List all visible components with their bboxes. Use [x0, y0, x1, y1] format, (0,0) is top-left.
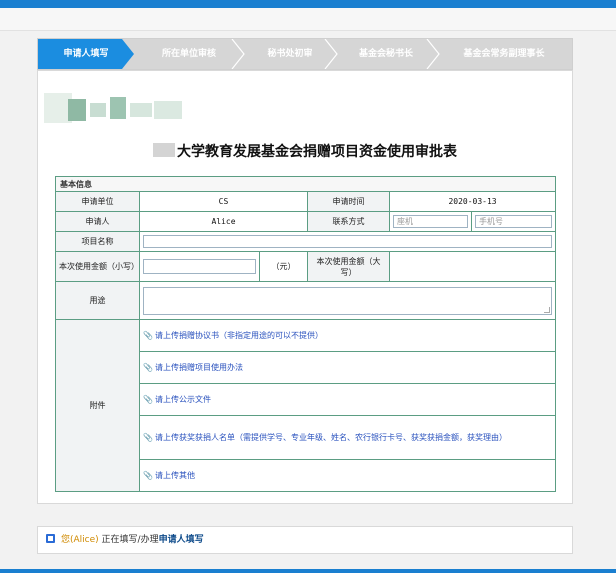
mobile-input[interactable]: 手机号: [475, 215, 553, 228]
step-unit-review[interactable]: 所在单位审核: [134, 39, 244, 69]
step-applicant[interactable]: 申请人填写: [38, 39, 134, 69]
step-secretariat-review[interactable]: 秘书处初审: [244, 39, 336, 69]
status-action: 申请人填写: [158, 535, 204, 545]
attachments-label: 附件: [55, 319, 140, 492]
paperclip-icon: 📎: [143, 470, 153, 480]
amount-small-input[interactable]: [143, 259, 256, 274]
section-basic-info: 基本信息: [54, 176, 557, 192]
upload-other[interactable]: 📎 请上传其他: [143, 470, 552, 482]
status-bar: 您(Alice) 正在填写/办理申请人填写: [37, 526, 573, 554]
apply-unit-label: 申请单位: [55, 191, 140, 212]
applicant-label: 申请人: [55, 211, 140, 232]
status-icon: [46, 534, 55, 543]
blurred-logo: [44, 89, 194, 129]
blurred-school-name: [153, 143, 175, 157]
approval-form-table: 基本信息 申请单位 CS 申请时间 2020-03-13 申请人 Alice 联…: [54, 176, 557, 492]
paperclip-icon: 📎: [143, 394, 153, 404]
purpose-label: 用途: [55, 281, 140, 320]
amount-unit-label: （元）: [259, 251, 308, 282]
project-name-label: 项目名称: [55, 231, 140, 252]
landline-input[interactable]: 座机: [393, 215, 468, 228]
amount-big-value: [388, 251, 557, 282]
bottom-accent-bar: [0, 569, 616, 573]
upload-public-notice[interactable]: 📎 请上传公示文件: [143, 394, 552, 406]
amount-small-label: 本次使用金额（小写）: [55, 251, 140, 282]
apply-time-label: 申请时间: [307, 191, 390, 212]
paperclip-icon: 📎: [143, 432, 153, 442]
upload-donation-agreement[interactable]: 📎 请上传捐赠协议书（非指定用途的可以不提供）: [143, 330, 552, 342]
status-text: 正在填写/办理: [101, 535, 159, 545]
upload-recipient-list[interactable]: 📎 请上传获奖获捐人名单（需提供学号、专业年级、姓名、农行银行卡号、获奖获捐金额，…: [143, 432, 552, 444]
upload-usage-rules[interactable]: 📎 请上传捐赠项目使用办法: [143, 362, 552, 374]
paperclip-icon: 📎: [143, 362, 153, 372]
apply-time-value: 2020-03-13: [388, 191, 557, 212]
apply-unit-value: CS: [139, 191, 308, 212]
page-title: 大学教育发展基金会捐赠项目资金使用审批表: [38, 141, 572, 161]
form-card: 大学教育发展基金会捐赠项目资金使用审批表 基本信息 申请单位 CS 申请时间 2…: [37, 70, 573, 504]
project-name-input[interactable]: [143, 235, 553, 248]
purpose-textarea[interactable]: [143, 286, 553, 315]
top-toolbar-strip: [0, 8, 616, 31]
top-accent-bar: [0, 0, 616, 8]
contact-label: 联系方式: [307, 211, 390, 232]
paperclip-icon: 📎: [143, 330, 153, 340]
status-user: 您(Alice): [61, 535, 99, 545]
amount-big-label: 本次使用金额（大写）: [307, 251, 390, 282]
step-vice-chairman[interactable]: 基金会常务副理事长: [436, 39, 572, 69]
applicant-value: Alice: [139, 211, 308, 232]
step-secretary-general[interactable]: 基金会秘书长: [336, 39, 436, 69]
workflow-steps: 申请人填写 所在单位审核 秘书处初审 基金会秘书长 基金会常务副理事长: [37, 38, 573, 70]
step-separator: [231, 39, 245, 69]
